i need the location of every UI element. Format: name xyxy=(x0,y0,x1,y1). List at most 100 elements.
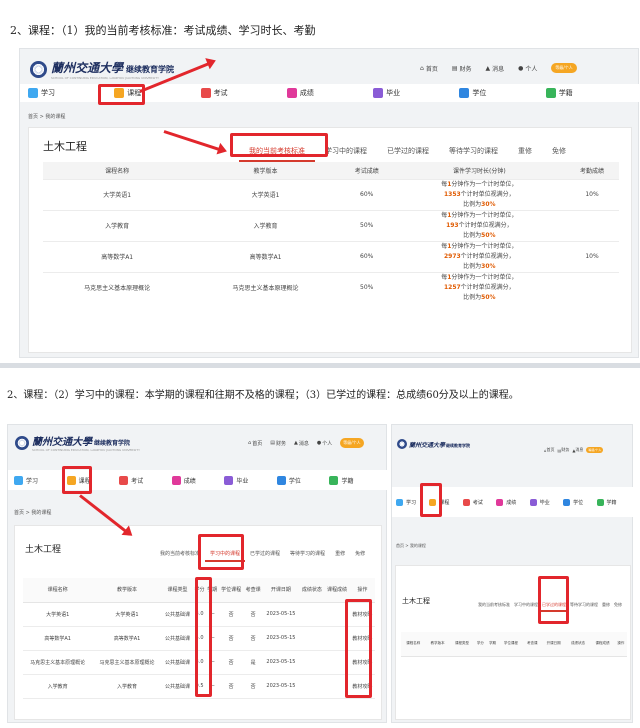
exam-weight: 60% xyxy=(339,240,394,272)
caption-1: 2、课程：（1）我的当前考核标准：考试成绩、学习时长、考勤 xyxy=(10,24,316,37)
course-card: 土木工程 我的当前考核标准 学习中的课程 已学过的课程 等待学习的课程 重修 免修 课程名… xyxy=(395,565,631,720)
nav-label: 成绩 xyxy=(299,89,314,97)
tab-5[interactable]: 重修 xyxy=(330,547,350,562)
nav-item-7[interactable]: 学籍 xyxy=(596,498,630,506)
cell-date: 2023-05-15 xyxy=(262,602,300,627)
section-separator xyxy=(0,363,640,368)
nav-item-1[interactable]: 学习 xyxy=(14,475,67,485)
rule-text: 分钟作为一个计时单位， xyxy=(451,242,518,250)
nav-item-5[interactable]: 毕业 xyxy=(224,475,277,485)
column-header: 教学版本 xyxy=(191,162,340,179)
attendance-weight xyxy=(564,209,619,241)
nav-item-6[interactable]: 学位 xyxy=(276,475,330,485)
breadcrumb[interactable]: 首页 > 我的课程 xyxy=(14,509,51,516)
nav-item-4[interactable]: 成绩 xyxy=(496,498,529,506)
course-name: 入学教育 xyxy=(43,209,192,241)
rule-text: 比例为 xyxy=(463,200,482,208)
cell-version: 马克思主义基本原理概论 xyxy=(92,650,162,675)
nav-item-7[interactable]: 学籍 xyxy=(545,88,632,98)
course-version: 大学英语1 xyxy=(191,178,340,210)
rule-text: 分钟作为一个计时单位， xyxy=(451,273,518,281)
cell-version: 大学英语1 xyxy=(92,602,162,627)
study-minutes-rule: 每1分钟作为一个计时单位， 1353个计时单位视满分， 比例为30% xyxy=(393,178,565,210)
breadcrumb[interactable]: 首页 > 我的课程 xyxy=(396,543,426,549)
standards-table-wrap: 课程名称 教学版本 考试成绩 课件学习时长(分钟) 考勤成绩 大学英语1 大学英语1 60%… xyxy=(43,162,619,303)
user-badge[interactable]: 等级/个人 xyxy=(340,438,364,448)
nav-item-6[interactable]: 学位 xyxy=(459,88,545,98)
tab-5[interactable]: 重修 xyxy=(600,600,612,612)
table-row: 大学英语1 大学英语1 60% 每1分钟作为一个计时单位， 1353个计时单位视满分，比… xyxy=(43,178,619,210)
nav-item-6[interactable]: 学位 xyxy=(563,498,596,506)
nav-item-3[interactable]: 考试 xyxy=(119,475,172,485)
nav-item-3[interactable]: 考试 xyxy=(200,88,287,98)
cell-version: 入学教育 xyxy=(92,674,162,699)
nav-item-5[interactable]: 毕业 xyxy=(529,498,563,506)
bell-icon: ▲ xyxy=(485,64,491,72)
tab-4[interactable]: 等待学习的课程 xyxy=(568,600,600,612)
personal-link[interactable]: ● 个人 xyxy=(518,63,537,73)
highlight-course-nav xyxy=(420,483,442,517)
nav-label: 学位 xyxy=(288,477,301,485)
study-minutes-rule: 每1分钟作为一个计时单位， 1257个计时单位视满分， 比例为50% xyxy=(393,271,565,303)
cell-grade-status xyxy=(299,602,325,627)
finance-link[interactable]: ▤ 财务 xyxy=(270,438,286,448)
nav-icon xyxy=(563,498,571,506)
tab-6[interactable]: 免修 xyxy=(542,142,576,162)
screenshot-panel-3: 蘭州交通大學 继续教育学院 ⌂ 首页 ▤ 财务 ▲ 消息 等级/个人 学习 课程 考试 成绩… xyxy=(391,424,634,723)
tab-4[interactable]: 等待学习的课程 xyxy=(439,142,508,162)
nav-icon xyxy=(119,475,129,485)
home-link[interactable]: ⌂ 首页 xyxy=(248,438,262,448)
nav-icon xyxy=(545,88,556,98)
message-link[interactable]: ▲ 消息 xyxy=(486,63,505,73)
course-tabs: 我的当前考核标准 学习中的课程 已学过的课程 等待学习的课程 重修 免修 xyxy=(155,547,370,562)
nav-item-3[interactable]: 考试 xyxy=(462,498,496,506)
tab-5[interactable]: 重修 xyxy=(508,142,542,162)
university-logo xyxy=(15,435,29,450)
tab-4[interactable]: 等待学习的课程 xyxy=(285,547,330,562)
brand-english: SCHOOL OF CONTINUING EDUCATION, LANZHOU … xyxy=(51,76,159,80)
home-link[interactable]: ⌂ 首页 xyxy=(420,63,438,73)
tab-1[interactable]: 我的当前考核标准 xyxy=(476,600,512,612)
tab-6[interactable]: 免修 xyxy=(612,600,624,612)
cell-degree: 否 xyxy=(218,626,244,651)
nav-label: 毕业 xyxy=(539,499,550,506)
finance-link[interactable]: ▤ 财务 xyxy=(558,447,570,453)
message-link[interactable]: ▲ 消息 xyxy=(294,438,309,448)
tab-3[interactable]: 已学过的课程 xyxy=(245,547,285,562)
cell-name: 马克思主义基本原理概论 xyxy=(23,650,93,675)
finance-link[interactable]: ▤ 财务 xyxy=(452,63,472,73)
attendance-weight: 10% xyxy=(564,240,619,272)
attendance-weight: 10% xyxy=(564,178,619,210)
tab-2[interactable]: 学习中的课程 xyxy=(512,600,540,612)
nav-icon xyxy=(329,475,339,485)
attendance-weight xyxy=(564,271,619,303)
message-link[interactable]: ▲ 消息 xyxy=(572,447,583,453)
column-header: 课程名称 xyxy=(43,162,192,179)
bell-icon: ▲ xyxy=(293,440,298,446)
brand-english: SCHOOL OF CONTINUING EDUCATION, LANZHOU … xyxy=(32,448,140,452)
home-icon: ⌂ xyxy=(420,64,424,72)
university-logo xyxy=(397,439,407,449)
rule-ratio: 30% xyxy=(481,262,496,270)
home-link[interactable]: ⌂ 首页 xyxy=(544,447,555,453)
nav-item-4[interactable]: 成绩 xyxy=(286,88,373,98)
column-header: 学分 xyxy=(474,632,487,657)
cell-name: 入学教育 xyxy=(23,674,93,699)
tab-6[interactable]: 免修 xyxy=(350,547,370,562)
cell-check: 否 xyxy=(243,602,263,627)
tab-3[interactable]: 已学过的课程 xyxy=(377,142,439,162)
nav-item-5[interactable]: 毕业 xyxy=(373,88,459,98)
nav-item-7[interactable]: 学籍 xyxy=(329,475,382,485)
personal-link[interactable]: ● 个人 xyxy=(317,438,332,448)
nav-label: 学籍 xyxy=(606,499,617,506)
nav-label: 学位 xyxy=(573,499,584,506)
nav-icon xyxy=(496,498,504,506)
highlight-op-column xyxy=(345,599,372,698)
user-badge[interactable]: 等级/个人 xyxy=(551,63,577,73)
column-header: 操作 xyxy=(614,632,627,657)
nav-item-4[interactable]: 成绩 xyxy=(171,475,225,485)
user-badge[interactable]: 等级/个人 xyxy=(586,447,604,453)
breadcrumb[interactable]: 首页 > 我的课程 xyxy=(28,113,65,120)
user-icon: ● xyxy=(518,64,524,72)
table-row: 高等数学A1 高等数学A1 60% 每1分钟作为一个计时单位， 2973个计时单位视满分… xyxy=(43,240,619,272)
